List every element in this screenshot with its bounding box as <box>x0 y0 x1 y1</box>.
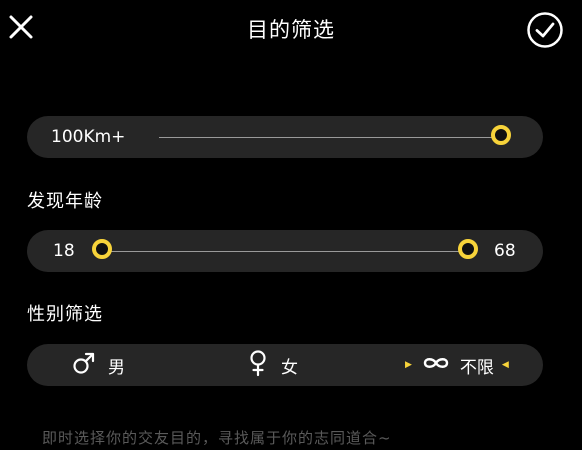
selected-left-arrow-icon: ▶ <box>405 360 412 370</box>
age-slider-track[interactable] <box>102 251 468 252</box>
female-icon <box>247 349 269 381</box>
male-icon <box>72 350 96 380</box>
footer-hint: 即时选择你的交友目的，寻找属于你的志同道合~ <box>42 429 392 447</box>
gender-selector: 男 女 ▶ 不限 ◀ <box>27 344 543 386</box>
distance-slider-thumb[interactable] <box>491 125 511 145</box>
gender-option-label: 男 <box>108 357 125 378</box>
infinity-icon <box>421 355 451 375</box>
page-title: 目的筛选 <box>247 18 335 42</box>
distance-slider-track[interactable] <box>159 137 501 138</box>
gender-option-label: 女 <box>281 357 298 378</box>
gender-option-any[interactable]: ▶ 不限 ◀ <box>405 344 509 386</box>
gender-section-label: 性别筛选 <box>27 304 103 325</box>
age-range-slider[interactable]: 18 68 <box>27 230 543 272</box>
top-bar: 目的筛选 <box>0 0 582 60</box>
gender-option-female[interactable]: 女 <box>247 344 298 386</box>
gender-option-male[interactable]: 男 <box>72 344 125 386</box>
gender-option-label: 不限 <box>459 357 494 378</box>
distance-value-label: 100Km+ <box>51 127 126 147</box>
age-min-thumb[interactable] <box>92 239 112 259</box>
age-section-label: 发现年龄 <box>27 191 103 212</box>
check-circle-icon[interactable] <box>526 11 564 49</box>
age-max-thumb[interactable] <box>458 239 478 259</box>
selected-right-arrow-icon: ◀ <box>501 360 509 370</box>
distance-slider[interactable]: 100Km+ <box>27 116 543 158</box>
age-max-label: 68 <box>494 241 516 261</box>
age-min-label: 18 <box>53 241 75 261</box>
